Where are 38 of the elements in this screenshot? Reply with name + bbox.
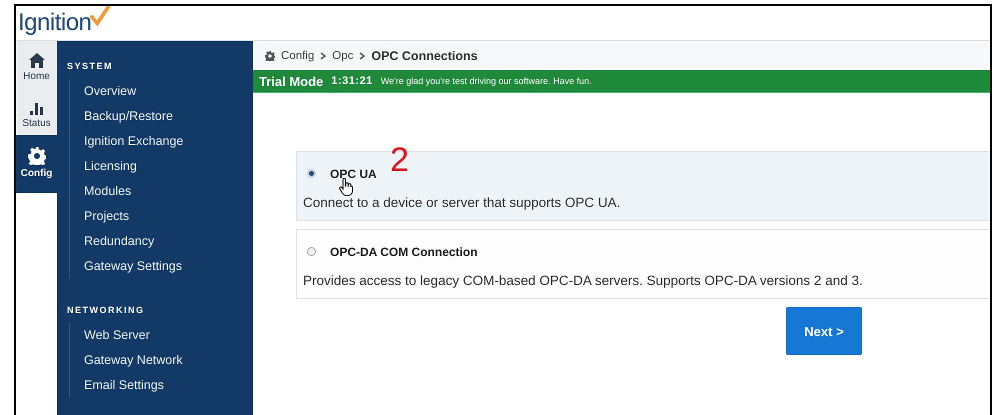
gear-icon: [265, 50, 275, 60]
checkmark-icon: [89, 6, 112, 28]
sidebar-item[interactable]: Email Settings: [84, 373, 253, 398]
logo-text: Ignition: [18, 8, 92, 38]
section-heading: NETWORKING: [67, 305, 146, 315]
sidebar-item[interactable]: Gateway Settings: [84, 254, 253, 279]
sidebar-item[interactable]: Ignition Exchange: [84, 129, 253, 154]
chevron-icon: [320, 52, 326, 60]
sidebar-item[interactable]: Licensing: [84, 154, 253, 179]
sidebar-item[interactable]: Modules: [84, 179, 253, 204]
rail-tab[interactable]: Home: [16, 41, 57, 88]
option-card[interactable]: OPC-DA COM Connection Provides access to legacy COM-based OPC-DA servers. Supports OPC-DA versions 2 and 3.: [296, 229, 990, 299]
chevron-icon: [359, 52, 366, 60]
trial-timer: 1:31:21: [331, 75, 373, 87]
gear-icon: [28, 147, 46, 165]
sidebar-item[interactable]: Redundancy: [84, 229, 253, 254]
option-title: OPC-DA COM Connection: [330, 244, 478, 258]
option-title: OPC UA: [330, 166, 377, 180]
trial-message: We're glad you're test driving our software. Have fun.: [380, 76, 592, 86]
rail-tab[interactable]: Status: [16, 88, 57, 135]
sidebar-item[interactable]: Overview: [84, 79, 253, 104]
sidebar-item[interactable]: Web Server: [84, 323, 253, 348]
option-description: Provides access to legacy COM-based OPC-DA servers. Supports OPC-DA versions 2 and 3.: [303, 272, 864, 288]
sidebar-item[interactable]: Projects: [84, 204, 253, 229]
option-description: Connect to a device or server that supports OPC UA.: [303, 194, 622, 210]
sidebar-item[interactable]: Gateway Network: [84, 348, 253, 373]
bar-chart-icon: [28, 100, 44, 115]
section-heading: SYSTEM: [67, 61, 114, 71]
radio-button[interactable]: [307, 247, 316, 256]
breadcrumb-link[interactable]: Opc: [332, 50, 354, 62]
hand-cursor-icon: [339, 178, 353, 196]
next-button[interactable]: Next >: [786, 307, 862, 355]
rail-tab[interactable]: Config: [16, 135, 57, 193]
trial-title: Trial Mode: [259, 74, 324, 88]
breadcrumb-link[interactable]: Config: [281, 50, 314, 62]
radio-button[interactable]: [307, 169, 316, 178]
home-icon: [28, 53, 44, 68]
sidebar-item[interactable]: Backup/Restore: [84, 104, 253, 129]
